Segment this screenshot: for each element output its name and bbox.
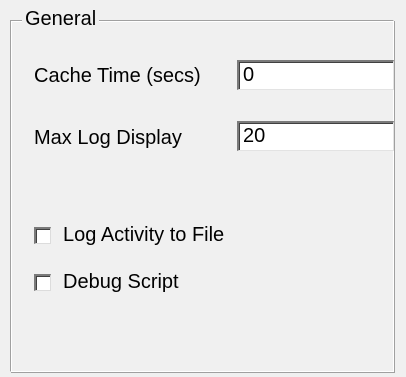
max-log-display-label: Max Log Display [34, 127, 182, 149]
log-activity-row[interactable]: Log Activity to File [34, 222, 224, 248]
max-log-display-input[interactable]: 20 [237, 121, 394, 151]
log-activity-checkbox[interactable] [34, 226, 51, 244]
cache-time-input[interactable]: 0 [237, 60, 394, 90]
settings-panel: General Cache Time (secs) 0 Max Log Disp… [0, 0, 406, 377]
log-activity-label[interactable]: Log Activity to File [63, 222, 224, 248]
debug-script-label[interactable]: Debug Script [63, 269, 179, 295]
cache-time-label: Cache Time (secs) [34, 65, 201, 87]
group-title: General [22, 6, 100, 32]
debug-script-row[interactable]: Debug Script [34, 269, 179, 295]
debug-script-checkbox[interactable] [34, 273, 51, 291]
